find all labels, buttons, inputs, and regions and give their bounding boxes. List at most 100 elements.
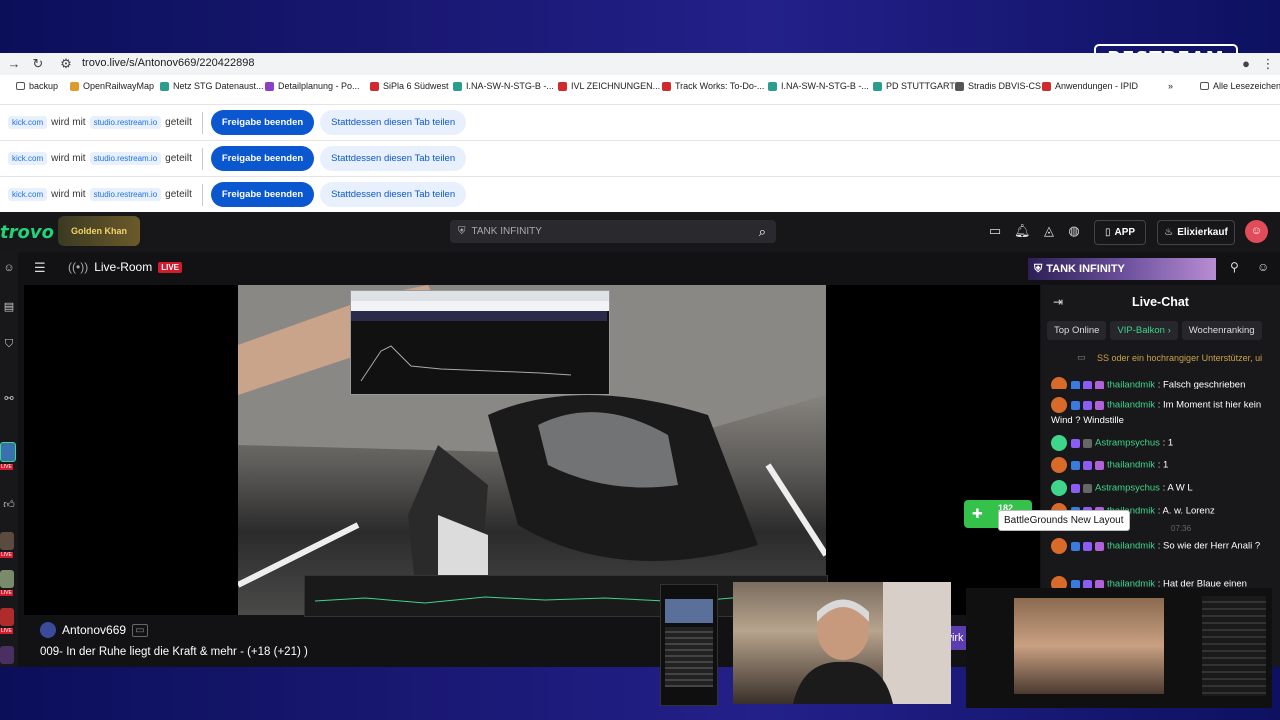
user-avatar[interactable] xyxy=(1051,480,1067,496)
badge-icon xyxy=(1083,380,1092,389)
chat-username[interactable]: Astrampsychus xyxy=(1095,483,1160,494)
share-text: geteilt xyxy=(165,153,192,164)
chat-username[interactable]: thailandmik xyxy=(1107,400,1155,411)
trovo-logo[interactable]: trovo xyxy=(0,222,54,243)
live-badge: LIVE xyxy=(0,628,13,634)
folder-icon xyxy=(16,82,25,90)
chat-icon[interactable]: ▭ xyxy=(987,223,1003,239)
chat-bubble-icon[interactable]: ▭ xyxy=(132,623,148,637)
streamer-name[interactable]: Antonov669 xyxy=(62,623,126,637)
user-avatar[interactable] xyxy=(1051,457,1067,473)
user-avatar[interactable] xyxy=(1051,435,1067,451)
bookmark-favicon xyxy=(1042,81,1051,91)
chat-text: So wie der Herr Anali ? xyxy=(1162,540,1261,552)
bookmark-item[interactable]: Stradis DBVIS-CS xyxy=(955,81,1041,91)
bookmark-item[interactable]: IVL ZEICHNUNGEN... xyxy=(558,81,660,91)
bookmark-item[interactable]: backup xyxy=(16,81,58,91)
pin-icon[interactable]: ⚲ xyxy=(1230,260,1239,274)
left-rail: ☺ ▤ ⛉ ⚯ LIVE 👍︎ LIVE LIVE LIVE xyxy=(0,252,18,667)
tab-top-online[interactable]: Top Online xyxy=(1047,321,1107,340)
live-room-label: ((•)) Live-Room LIVE xyxy=(68,260,182,274)
channel-avatar[interactable] xyxy=(0,570,14,588)
streamer-avatar[interactable] xyxy=(40,622,56,638)
url-field[interactable]: trovo.live/s/Antonov669/220422898 xyxy=(82,57,254,69)
bookmark-item[interactable]: I.NA-SW-N-STG-B -... xyxy=(768,81,869,91)
app-button[interactable]: ▯ APP xyxy=(1094,220,1146,245)
chat-message: thailandmik : Im Moment ist hier kein Wi… xyxy=(1051,397,1276,428)
chat-username[interactable]: thailandmik xyxy=(1107,380,1155,389)
share-text: geteilt xyxy=(165,117,192,128)
tooltip: BattleGrounds New Layout xyxy=(998,510,1130,531)
chat-tabs: Top Online VIP-Balkon › Wochenranking xyxy=(1047,321,1262,340)
chat-username[interactable]: thailandmik xyxy=(1107,541,1155,552)
chat-text: 1 xyxy=(1162,459,1169,471)
tab-vip-balkon[interactable]: VIP-Balkon › xyxy=(1110,321,1178,340)
inset-chart xyxy=(351,311,609,394)
more-bookmarks-icon[interactable]: » xyxy=(1168,81,1173,91)
elixier-button[interactable]: ♨ Elixierkauf xyxy=(1157,220,1235,245)
thumbs-up-icon[interactable]: 👍︎ xyxy=(2,498,16,512)
event-badge[interactable]: Golden Khan xyxy=(58,216,140,246)
reload-icon[interactable]: ↻ xyxy=(30,56,46,72)
following-icon[interactable]: ☺ xyxy=(2,262,16,276)
all-bookmarks[interactable]: Alle Lesezeichen xyxy=(1200,81,1280,91)
user-avatar[interactable] xyxy=(1051,377,1067,389)
notification-bell-icon[interactable]: 🔔︎ xyxy=(1014,223,1031,239)
share-this-tab-button[interactable]: Stattdessen diesen Tab teilen xyxy=(320,110,467,135)
channel-avatar[interactable] xyxy=(0,532,14,550)
browse-icon[interactable]: ▤ xyxy=(2,300,16,314)
bookmark-item[interactable]: Track Works: To-Do-... xyxy=(662,81,764,91)
stop-sharing-button[interactable]: Freigabe beenden xyxy=(210,110,315,135)
chat-username[interactable]: thailandmik xyxy=(1107,460,1155,471)
bookmark-item[interactable]: Netz STG Datenaust... xyxy=(160,81,264,91)
globe-icon[interactable]: ◍ xyxy=(1066,223,1082,239)
shared-site: kick.com xyxy=(8,116,48,129)
tank-icon: ⛨ xyxy=(1034,262,1043,275)
user-settings-icon[interactable]: ☺ xyxy=(1257,260,1269,274)
channel-avatar[interactable] xyxy=(0,442,16,462)
share-this-tab-button[interactable]: Stattdessen diesen Tab teilen xyxy=(320,146,467,171)
forward-icon[interactable]: → xyxy=(6,56,22,72)
channel-avatar[interactable] xyxy=(0,608,14,626)
share-bar: kick.com wird mit studio.restream.io get… xyxy=(0,140,1280,176)
chat-message: thailandmik : 1 xyxy=(1051,457,1276,473)
chat-text: 1 xyxy=(1167,437,1174,449)
shield-icon[interactable]: ⛉ xyxy=(2,338,16,352)
tank-infinity-banner[interactable]: ⛨ TANK INFINITY xyxy=(1028,258,1216,280)
channel-avatar[interactable] xyxy=(0,646,14,664)
menu-icon[interactable]: ⋮ xyxy=(1260,56,1276,72)
bookmark-item[interactable]: PD STUTTGART xyxy=(873,81,955,91)
bookmark-item[interactable]: SiPla 6 Südwest xyxy=(370,81,449,91)
bookmark-favicon xyxy=(70,81,79,91)
inset-chart-lines xyxy=(351,311,607,382)
studio-site: studio.restream.io xyxy=(89,116,162,129)
bookmark-favicon xyxy=(370,81,379,91)
profile-icon[interactable]: ● xyxy=(1238,56,1254,72)
site-settings-icon[interactable]: ⚙ xyxy=(58,56,74,72)
badge-icon xyxy=(1083,483,1092,493)
search-icon[interactable]: ⌕ xyxy=(759,224,766,240)
bookmark-favicon xyxy=(160,81,169,91)
bookmark-item[interactable]: Anwendungen - IPID xyxy=(1042,81,1138,91)
bookmark-item[interactable]: I.NA-SW-N-STG-B -... xyxy=(453,81,554,91)
bookmark-item[interactable]: OpenRailwayMap xyxy=(70,81,154,91)
search-input[interactable]: ⛨ TANK INFINITY ⌕ xyxy=(450,220,776,243)
stop-sharing-button[interactable]: Freigabe beenden xyxy=(210,182,315,207)
chat-username[interactable]: Astrampsychus xyxy=(1095,438,1160,449)
user-avatar[interactable] xyxy=(1051,397,1067,413)
badge-icon xyxy=(1083,438,1092,448)
link-icon[interactable]: ⚯ xyxy=(2,392,16,406)
user-avatar[interactable]: ☺ xyxy=(1245,220,1268,243)
stop-sharing-button[interactable]: Freigabe beenden xyxy=(210,146,315,171)
user-avatar[interactable] xyxy=(1051,538,1067,554)
shared-site: kick.com xyxy=(8,188,48,201)
badge-icon xyxy=(1071,438,1080,448)
expand-menu-icon[interactable]: ☰ xyxy=(34,260,46,276)
tab-wochenranking[interactable]: Wochenranking xyxy=(1181,321,1262,340)
badge-icon xyxy=(1071,541,1080,551)
video-player[interactable] xyxy=(24,285,1040,617)
bookmark-item[interactable]: Detailplanung - Po... xyxy=(265,81,360,91)
share-this-tab-button[interactable]: Stattdessen diesen Tab teilen xyxy=(320,182,467,207)
chat-message: Astrampsychus : 1 xyxy=(1051,435,1276,451)
gallery-icon[interactable]: ◬ xyxy=(1041,223,1057,239)
